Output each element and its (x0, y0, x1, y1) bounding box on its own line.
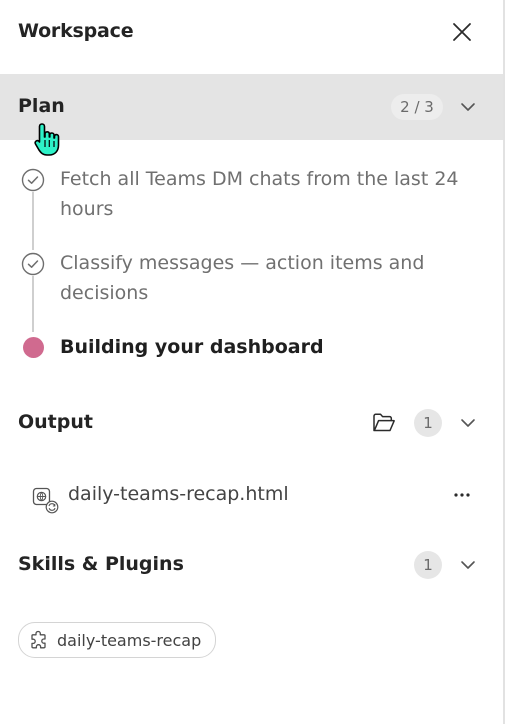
skill-chip[interactable]: daily-teams-recap (18, 622, 217, 658)
skill-chip-label: daily-teams-recap (57, 630, 202, 650)
step-connector (32, 192, 34, 250)
chevron-down-icon (461, 561, 475, 569)
in-progress-indicator (23, 337, 44, 358)
workspace-title: Workspace (18, 20, 134, 42)
plan-step-text-active: Building your dashboard (60, 336, 324, 358)
skills-collapse-toggle[interactable] (458, 555, 478, 575)
plan-collapse-toggle[interactable] (458, 97, 478, 117)
open-folder-icon[interactable] (372, 412, 396, 434)
close-icon (453, 23, 471, 41)
plan-section-header[interactable]: Plan 2 / 3 (0, 74, 503, 140)
more-horizontal-icon (454, 493, 470, 497)
output-file-item[interactable]: daily-teams-recap.html (0, 475, 503, 517)
chevron-down-icon (461, 419, 475, 427)
output-file-name: daily-teams-recap.html (68, 483, 289, 505)
plan-step-text: Classify messages — action items and dec… (60, 252, 425, 304)
plugin-icon (29, 630, 49, 650)
file-more-button[interactable] (449, 485, 475, 505)
check-circle-icon (21, 168, 45, 192)
plan-step-text: Fetch all Teams DM chats from the last 2… (60, 168, 459, 220)
html-file-icon (32, 487, 59, 514)
skills-count-badge: 1 (414, 551, 442, 579)
output-count-badge: 1 (414, 409, 442, 437)
chevron-down-icon (461, 103, 475, 111)
plan-title: Plan (18, 95, 65, 117)
check-circle-icon (21, 252, 45, 276)
output-collapse-toggle[interactable] (458, 413, 478, 433)
output-title: Output (18, 411, 93, 433)
skills-plugins-title: Skills & Plugins (18, 553, 184, 575)
close-button[interactable] (446, 16, 478, 48)
step-connector (32, 276, 34, 332)
plan-progress-badge: 2 / 3 (391, 94, 443, 120)
workspace-header: Workspace (0, 0, 503, 64)
